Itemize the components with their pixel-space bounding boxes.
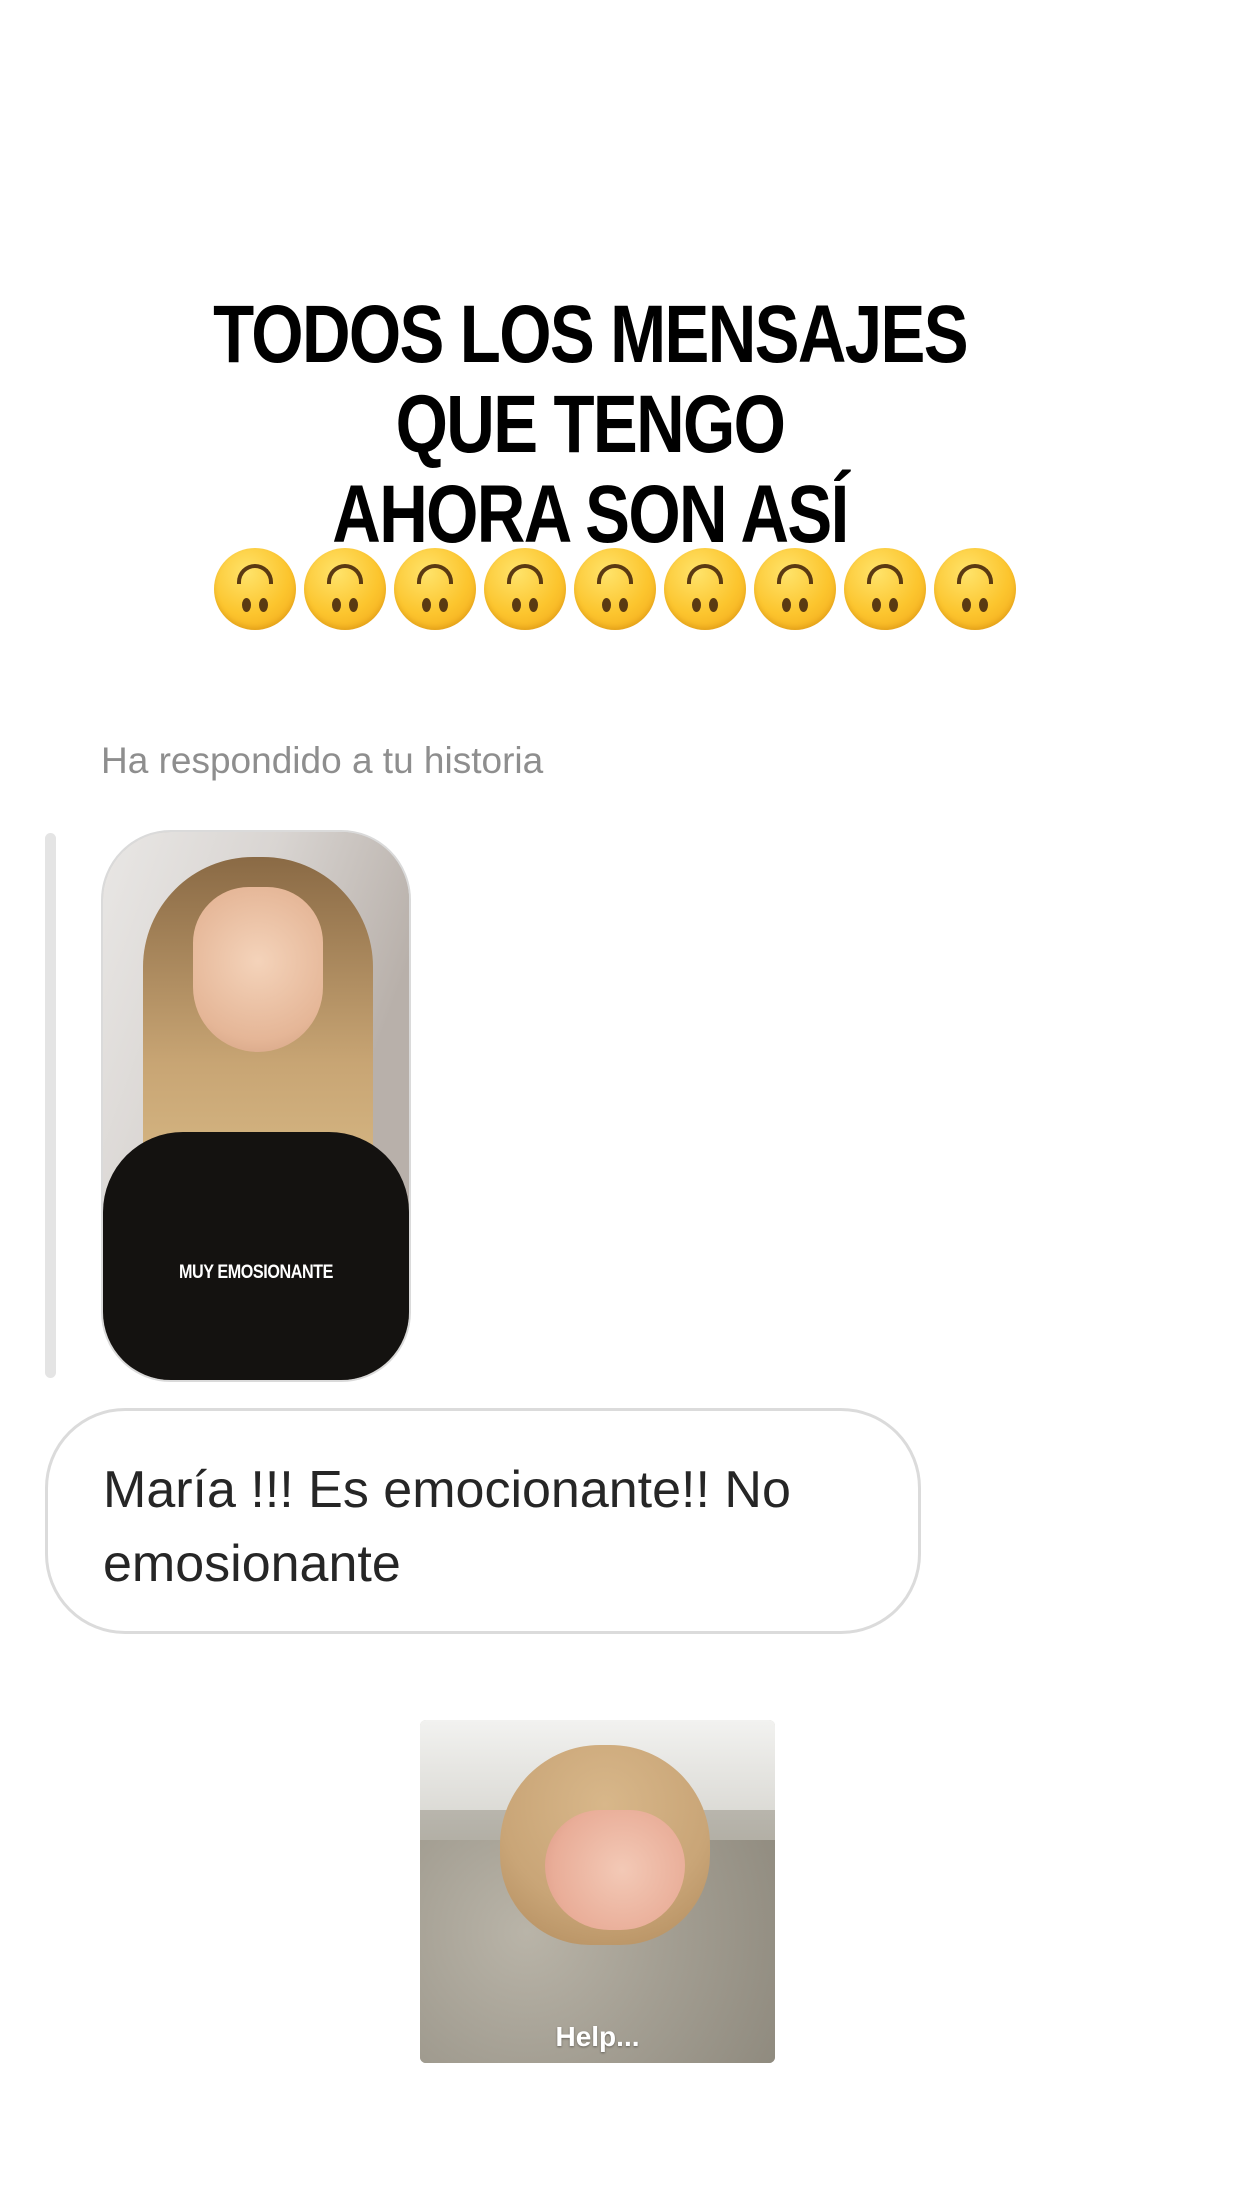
gif-baby-face	[545, 1810, 685, 1930]
upside-down-face-icon	[754, 548, 836, 630]
quote-bar	[45, 833, 56, 1378]
upside-down-face-icon	[214, 548, 296, 630]
gif-message[interactable]: Help...	[420, 1720, 775, 2063]
upside-down-face-icon	[934, 548, 1016, 630]
message-bubble[interactable]: María !!! Es emocionante!! No emosionant…	[45, 1408, 921, 1634]
emoji-row	[214, 548, 1016, 630]
story-reply-label: Ha respondido a tu historia	[101, 740, 544, 781]
story-person-face	[193, 887, 323, 1052]
upside-down-face-icon	[844, 548, 926, 630]
gif-caption: Help...	[555, 2021, 640, 2052]
story-headline: TODOS LOS MENSAJES QUE TENGO AHORA SON A…	[139, 290, 1041, 560]
upside-down-face-icon	[484, 548, 566, 630]
upside-down-face-icon	[664, 548, 746, 630]
message-text: María !!! Es emocionante!! No emosionant…	[103, 1461, 791, 1593]
upside-down-face-icon	[394, 548, 476, 630]
story-caption: MUY EMOSIONANTE	[179, 1262, 333, 1283]
headline-line-1: TODOS LOS MENSAJES QUE TENGO	[213, 289, 969, 470]
headline-line-2: AHORA SON ASÍ	[332, 469, 849, 560]
upside-down-face-icon	[304, 548, 386, 630]
story-thumbnail[interactable]: MUY EMOSIONANTE	[101, 830, 411, 1382]
story-person-shirt	[103, 1132, 409, 1380]
upside-down-face-icon	[574, 548, 656, 630]
